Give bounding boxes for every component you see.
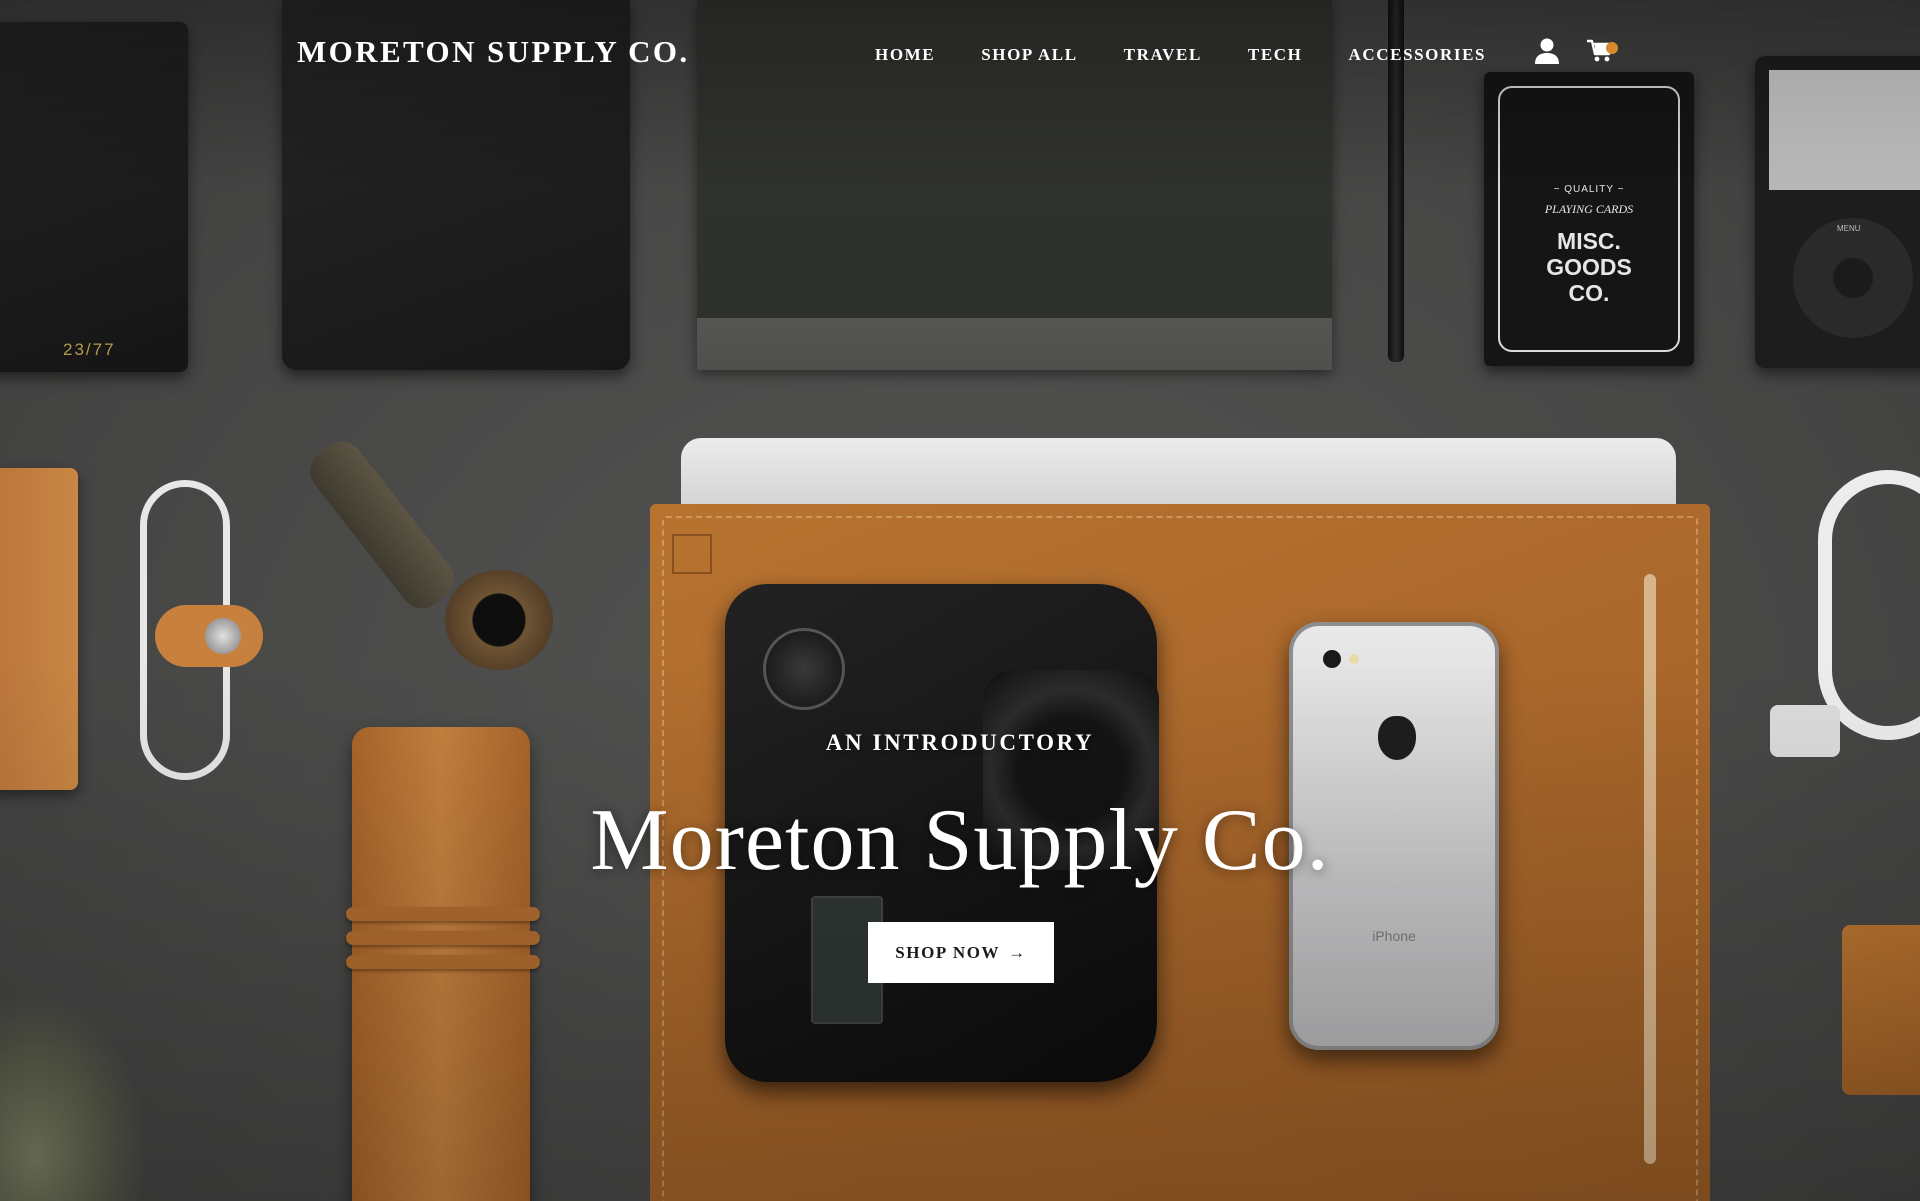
cards-brand-line: CO. — [1568, 280, 1610, 306]
cards-brand-line: MISC. — [1557, 228, 1621, 254]
camera-mode-dial — [763, 628, 845, 710]
notebook-number: 23/77 — [63, 340, 116, 359]
phone-wordmark: iPhone — [1372, 928, 1416, 944]
hero-title: Moreton Supply Co. — [590, 792, 1330, 889]
brand-logo-link[interactable]: MORETON SUPPLY CO. — [297, 34, 690, 70]
cards-title-text: PLAYING CARDS — [1544, 202, 1634, 216]
cart-indicator-dot — [1606, 42, 1618, 54]
pipe-stem-image — [301, 432, 463, 618]
cards-brand-text: MISC. GOODS CO. — [1500, 228, 1678, 306]
nav-link-tech[interactable]: TECH — [1248, 45, 1303, 65]
nav-link-shop-all[interactable]: SHOP ALL — [981, 45, 1077, 65]
phone-flash — [1349, 654, 1359, 664]
playing-cards-border: ~ QUALITY ~ PLAYING CARDS MISC. GOODS CO… — [1498, 86, 1680, 352]
arrow-right-icon: → — [1008, 942, 1027, 962]
snap-button-image — [205, 618, 241, 654]
roll-strap — [346, 955, 540, 969]
hero-kicker: AN INTRODUCTORY — [825, 730, 1095, 755]
charger-cable-image — [1818, 470, 1920, 740]
leather-pouch-image — [1842, 925, 1920, 1095]
air-plant-image — [0, 990, 150, 1201]
account-button[interactable] — [1532, 36, 1562, 66]
sleeve-logo-mark — [672, 534, 712, 574]
playing-cards-image: ~ QUALITY ~ PLAYING CARDS MISC. GOODS CO… — [1484, 72, 1694, 366]
nav-link-home[interactable]: HOME — [875, 45, 935, 65]
phone-camera — [1323, 650, 1341, 668]
cards-quality-text: ~ QUALITY ~ — [1553, 184, 1625, 195]
nav-link-travel[interactable]: TRAVEL — [1124, 45, 1202, 65]
ipod-menu-label: MENU — [1837, 224, 1861, 233]
nav-link-accessories[interactable]: ACCESSORIES — [1349, 45, 1487, 65]
shop-now-button[interactable]: SHOP NOW → — [868, 922, 1054, 983]
user-icon — [1535, 38, 1559, 64]
main-nav: HOME SHOP ALL TRAVEL TECH ACCESSORIES — [875, 45, 1486, 65]
hero-background: 23/77 ~ QUALITY ~ PLAYING CARDS MISC. GO… — [0, 0, 1920, 1201]
shop-now-label: SHOP NOW — [895, 942, 1001, 962]
pipe-bowl-image — [445, 570, 553, 670]
site-header: MORETON SUPPLY CO. HOME SHOP ALL TRAVEL … — [0, 0, 1920, 110]
roll-strap — [346, 907, 540, 921]
cards-brand-line: GOODS — [1546, 254, 1632, 280]
ipod-click-wheel: MENU — [1793, 218, 1913, 338]
roll-strap — [346, 931, 540, 945]
